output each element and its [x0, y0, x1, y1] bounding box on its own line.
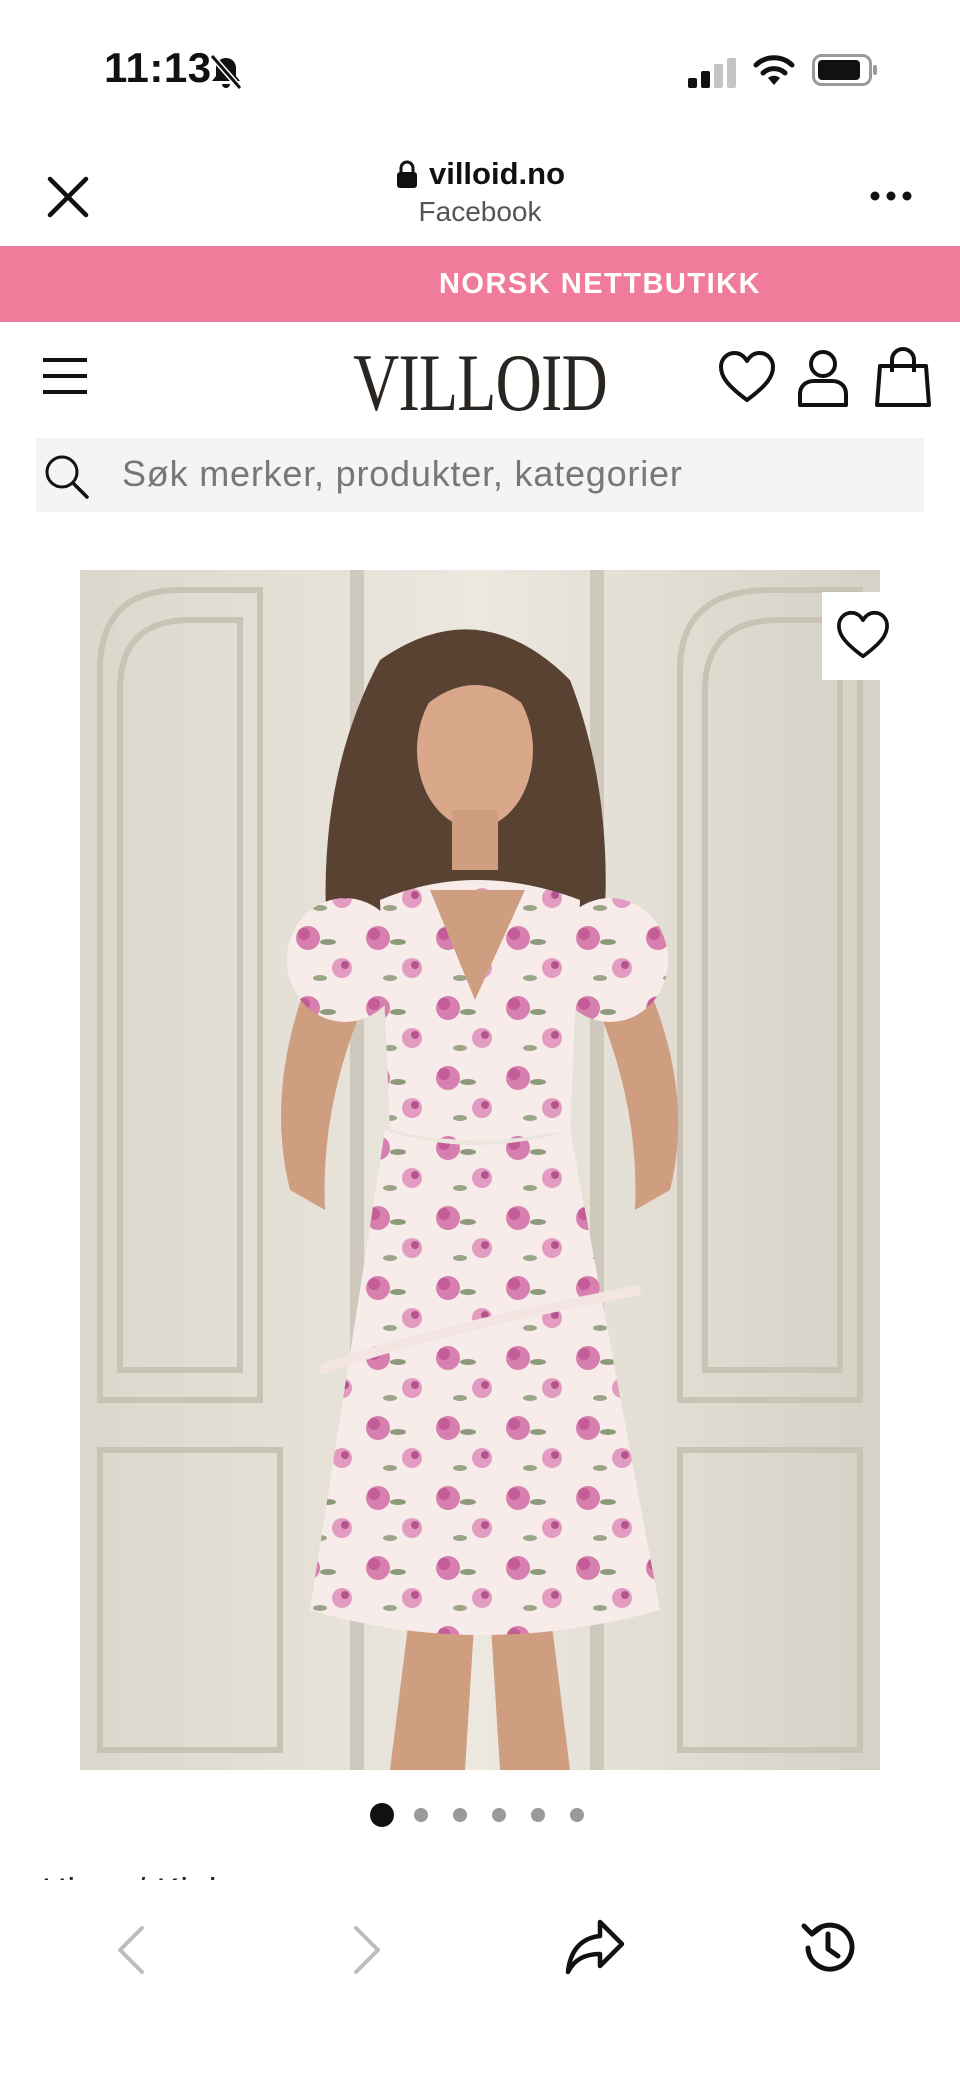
share-icon[interactable]: [564, 1916, 626, 1978]
promo-banner: NORSK NETTBUTIKK: [0, 246, 960, 322]
carousel-dot[interactable]: [570, 1808, 584, 1822]
promo-text: NORSK NETTBUTIKK: [438, 268, 762, 300]
bag-icon[interactable]: [874, 346, 932, 408]
lock-icon: [396, 160, 417, 188]
carousel-dot[interactable]: [370, 1803, 394, 1827]
carousel-dots: [370, 1802, 609, 1828]
carousel-dot[interactable]: [414, 1808, 428, 1822]
wifi-icon: [753, 55, 795, 85]
url-domain: villoid.no: [428, 156, 566, 191]
search-input[interactable]: [122, 446, 902, 502]
back-icon[interactable]: [112, 1924, 152, 1976]
wishlist-heart-icon: [837, 610, 889, 659]
menu-icon[interactable]: [40, 354, 90, 398]
product-image[interactable]: [80, 570, 880, 1770]
search-icon[interactable]: [42, 452, 90, 500]
url-source: Facebook: [418, 196, 542, 227]
status-bar: 11:13: [0, 0, 960, 140]
carousel-dot[interactable]: [492, 1808, 506, 1822]
url-bar[interactable]: villoid.no: [0, 156, 960, 194]
product-photo: [80, 570, 880, 1770]
wishlist-button[interactable]: [822, 592, 904, 680]
more-icon[interactable]: [868, 186, 914, 206]
bell-off-icon: [209, 54, 243, 90]
forward-icon[interactable]: [346, 1924, 386, 1976]
signal-icon: [688, 58, 736, 88]
history-icon[interactable]: [796, 1916, 860, 1980]
user-icon[interactable]: [796, 348, 850, 408]
carousel-dot[interactable]: [531, 1808, 545, 1822]
carousel-dot[interactable]: [453, 1808, 467, 1822]
battery-icon: [812, 54, 877, 86]
status-time: 11:13: [104, 44, 212, 91]
browser-toolbar: [0, 1880, 960, 2081]
heart-icon[interactable]: [718, 350, 776, 404]
